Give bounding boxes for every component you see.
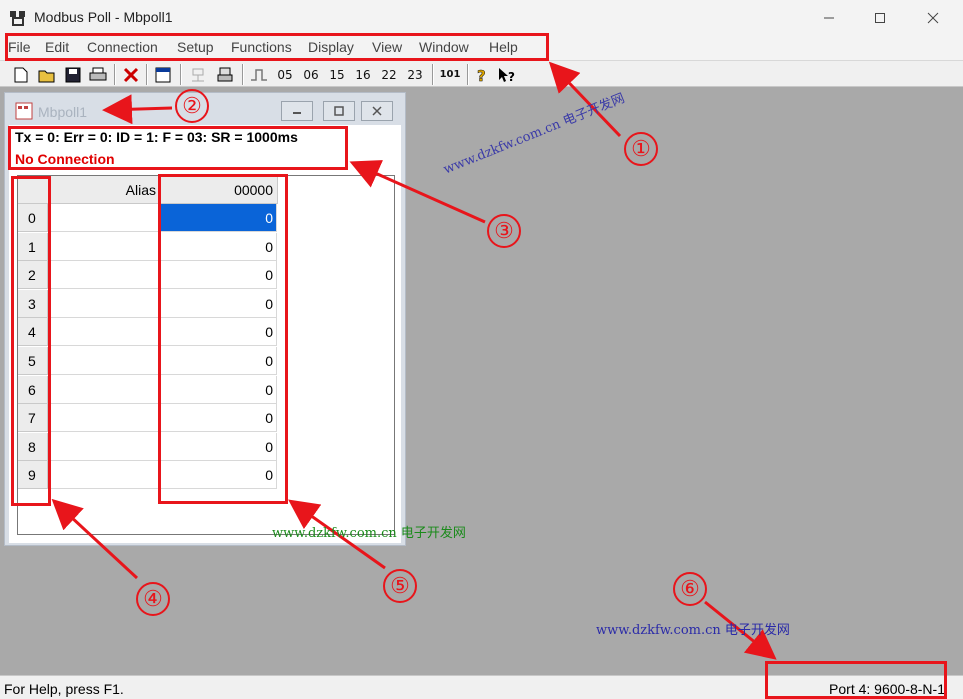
connect-icon bbox=[192, 68, 204, 81]
save-button[interactable] bbox=[64, 65, 82, 84]
window-button[interactable] bbox=[154, 65, 172, 84]
toolbar-separator bbox=[242, 64, 244, 85]
toolbar-separator bbox=[114, 64, 116, 85]
func-16-button[interactable]: 16 bbox=[352, 65, 374, 84]
alias-cell[interactable] bbox=[49, 375, 160, 404]
alias-cell[interactable] bbox=[49, 204, 160, 232]
question-icon: ? bbox=[477, 67, 486, 83]
close-icon bbox=[372, 106, 382, 116]
svg-text:?: ? bbox=[477, 67, 486, 83]
watermark-text: www.dzkfw.com.cn 电子开发网 bbox=[272, 526, 466, 541]
title-bar: Modbus Poll - Mbpoll1 bbox=[0, 0, 963, 36]
alias-cell[interactable] bbox=[49, 461, 160, 490]
close-icon bbox=[927, 12, 939, 24]
delete-x-icon bbox=[123, 67, 139, 82]
maximize-button[interactable] bbox=[857, 0, 903, 36]
svg-text:?: ? bbox=[508, 70, 515, 83]
new-file-icon bbox=[14, 67, 28, 82]
disconnect-icon bbox=[217, 67, 233, 81]
annotation-box-status bbox=[8, 126, 348, 170]
window-title: Modbus Poll - Mbpoll1 bbox=[34, 9, 173, 25]
toolbar-separator bbox=[180, 64, 182, 85]
mbpoll-doc-icon bbox=[15, 102, 33, 120]
open-folder-icon bbox=[38, 70, 55, 82]
pulse-icon bbox=[251, 68, 267, 81]
app-icon bbox=[10, 11, 25, 26]
child-maximize-button[interactable] bbox=[323, 101, 355, 121]
annotation-box-row-index bbox=[11, 176, 51, 506]
annotation-number-6: ⑥ bbox=[673, 572, 707, 606]
print-icon bbox=[89, 67, 107, 80]
alias-cell[interactable] bbox=[49, 232, 160, 261]
alias-cell[interactable] bbox=[49, 289, 160, 318]
annotation-number-2: ② bbox=[175, 89, 209, 123]
func-101-button[interactable]: 101 bbox=[438, 65, 462, 84]
watermark-text: www.dzkfw.com.cn 电子开发网 bbox=[441, 91, 627, 178]
alias-cell[interactable] bbox=[49, 347, 160, 375]
status-help-text: For Help, press F1. bbox=[4, 681, 124, 697]
alias-cell[interactable] bbox=[49, 404, 160, 433]
annotation-box-values bbox=[158, 174, 288, 504]
context-help-icon: ? bbox=[499, 67, 515, 83]
func-22-button[interactable]: 22 bbox=[378, 65, 400, 84]
func-06-button[interactable]: 06 bbox=[300, 65, 322, 84]
watermark-text: www.dzkfw.com.cn 电子开发网 bbox=[596, 623, 790, 638]
annotation-box-port bbox=[765, 661, 947, 699]
maximize-icon bbox=[334, 106, 344, 116]
alias-column-header[interactable]: Alias bbox=[49, 176, 161, 204]
connect-button[interactable] bbox=[188, 65, 208, 84]
about-button[interactable]: ? bbox=[474, 65, 490, 84]
child-window-title: Mbpoll1 bbox=[38, 104, 88, 120]
func-15-button[interactable]: 15 bbox=[326, 65, 348, 84]
close-button[interactable] bbox=[910, 0, 956, 36]
annotation-box-menu bbox=[5, 33, 549, 61]
annotation-number-4: ④ bbox=[136, 582, 170, 616]
annotation-number-5: ⑤ bbox=[383, 569, 417, 603]
toolbar-separator bbox=[146, 64, 148, 85]
toolbar-separator bbox=[467, 64, 469, 85]
alias-cell[interactable] bbox=[49, 261, 160, 290]
toolbar: 05 06 15 16 22 23 101 ? ? bbox=[0, 60, 963, 87]
child-close-button[interactable] bbox=[361, 101, 393, 121]
func-05-button[interactable]: 05 bbox=[274, 65, 296, 84]
save-icon bbox=[65, 67, 81, 82]
child-minimize-button[interactable] bbox=[281, 101, 313, 121]
new-button[interactable] bbox=[12, 65, 30, 84]
annotation-number-1: ① bbox=[624, 132, 658, 166]
context-help-button[interactable]: ? bbox=[497, 65, 517, 84]
pulse-button[interactable] bbox=[249, 65, 269, 84]
func-23-button[interactable]: 23 bbox=[404, 65, 426, 84]
minimize-icon bbox=[824, 17, 834, 19]
open-button[interactable] bbox=[37, 65, 57, 84]
maximize-icon bbox=[875, 13, 885, 23]
alias-cell[interactable] bbox=[49, 432, 160, 461]
delete-button[interactable] bbox=[122, 65, 140, 84]
toolbar-separator bbox=[432, 64, 434, 85]
disconnect-button[interactable] bbox=[215, 65, 235, 84]
window-icon bbox=[155, 67, 171, 82]
print-button[interactable] bbox=[88, 65, 108, 84]
annotation-number-3: ③ bbox=[487, 214, 521, 248]
minimize-icon bbox=[293, 112, 301, 114]
alias-cell[interactable] bbox=[49, 318, 160, 347]
minimize-button[interactable] bbox=[806, 0, 852, 36]
